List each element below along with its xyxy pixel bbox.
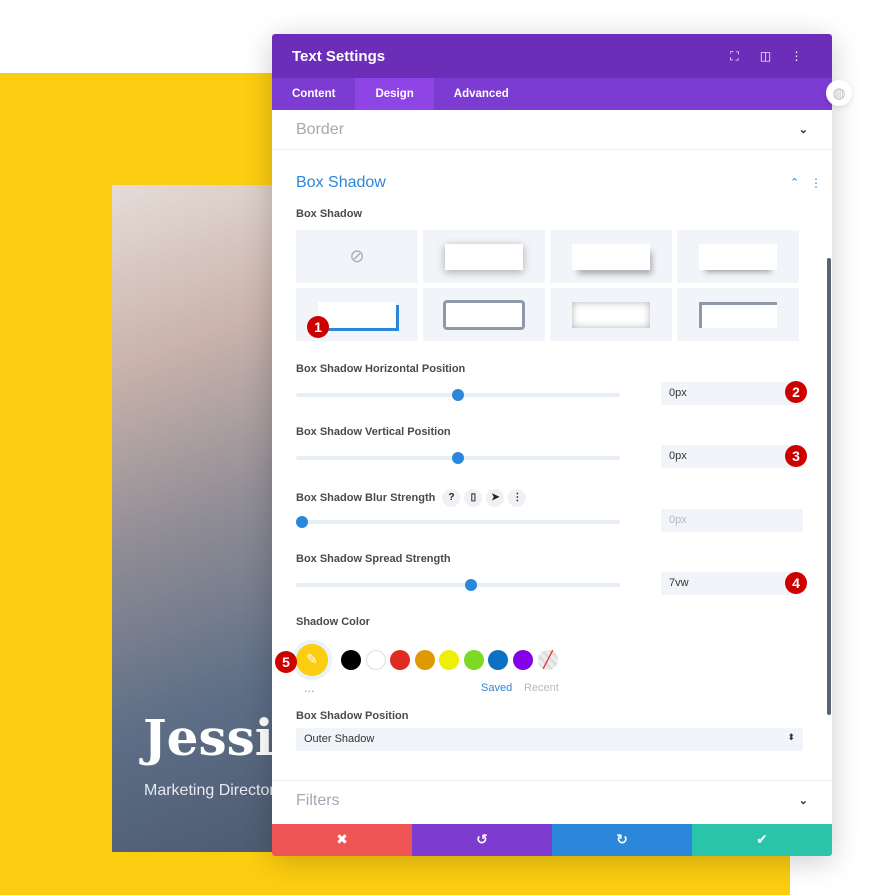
color-swatch[interactable]	[414, 650, 435, 670]
vertical-input[interactable]: 0px	[661, 445, 803, 468]
box-shadow-presets: ⊘	[296, 230, 802, 341]
horizontal-input[interactable]: 0px	[661, 382, 803, 405]
preset-4[interactable]	[677, 230, 799, 283]
mobile-icon[interactable]: ▯	[464, 489, 483, 507]
section-title: Border	[296, 120, 345, 138]
blur-label: Box Shadow Blur Strength ? ▯ ➤ ⋮	[296, 489, 527, 507]
select-arrows-icon: ⬍	[787, 732, 795, 742]
blur-slider[interactable]	[296, 516, 620, 528]
spread-slider[interactable]	[296, 579, 620, 591]
section-filters[interactable]: Filters ⌄	[272, 780, 832, 820]
preset-6[interactable]	[423, 288, 545, 341]
more-vertical-icon[interactable]: ⋮	[781, 49, 812, 63]
panel-footer: ✖ ↺ ↻ ✔	[272, 824, 832, 856]
preset-8[interactable]	[677, 288, 799, 341]
preset-7[interactable]	[550, 288, 672, 341]
cancel-button[interactable]: ✖	[272, 824, 412, 856]
color-swatch[interactable]	[341, 650, 361, 670]
blur-input[interactable]: 0px	[661, 509, 803, 532]
position-value: Outer Shadow	[304, 733, 375, 745]
chevron-down-icon: ⌄	[798, 124, 808, 136]
slider-handle[interactable]	[452, 452, 464, 464]
more-vertical-icon[interactable]: ⋮	[508, 489, 527, 507]
position-select[interactable]: Outer Shadow ⬍	[296, 728, 803, 751]
save-button[interactable]: ✔	[692, 824, 832, 856]
saved-colors-tab[interactable]: Saved	[481, 682, 512, 694]
position-label: Box Shadow Position	[296, 710, 409, 722]
step-badge-3: 3	[785, 445, 807, 467]
tab-content[interactable]: Content	[272, 78, 355, 110]
color-swatch[interactable]	[439, 650, 459, 670]
vertical-slider[interactable]	[296, 452, 620, 464]
more-colors-button[interactable]: ...	[304, 682, 315, 695]
step-badge-5: 5	[275, 651, 297, 673]
spread-input[interactable]: 7vw	[661, 572, 803, 595]
preset-none[interactable]: ⊘	[296, 230, 418, 283]
slider-handle[interactable]	[452, 389, 464, 401]
panel-title: Text Settings	[292, 47, 386, 65]
color-swatch[interactable]	[365, 650, 386, 670]
shadow-color-label: Shadow Color	[296, 616, 370, 628]
blur-label-text: Box Shadow Blur Strength	[296, 491, 436, 504]
color-swatch[interactable]	[390, 650, 410, 670]
scrollbar[interactable]	[827, 258, 831, 715]
color-swatch[interactable]	[488, 650, 508, 670]
undo-button[interactable]: ↺	[412, 824, 552, 856]
vertical-label: Box Shadow Vertical Position	[296, 426, 451, 438]
box-shadow-label: Box Shadow	[296, 208, 363, 220]
preset-2[interactable]	[423, 230, 545, 283]
chevron-up-icon[interactable]: ⌃	[790, 176, 799, 189]
panel-header: Text Settings ⛶ ◫ ⋮	[272, 34, 832, 78]
spread-label: Box Shadow Spread Strength	[296, 553, 451, 565]
color-swatch[interactable]	[512, 650, 533, 670]
text-settings-panel: Text Settings ⛶ ◫ ⋮ Content Design Advan…	[272, 34, 832, 856]
preset-3[interactable]	[550, 230, 672, 283]
color-swatch[interactable]	[463, 650, 484, 670]
sidebar-layout-icon[interactable]: ◫	[750, 49, 781, 63]
section-box-shadow-title[interactable]: Box Shadow	[296, 174, 386, 192]
slider-handle[interactable]	[296, 516, 309, 528]
tab-advanced[interactable]: Advanced	[434, 78, 529, 110]
step-badge-2: 2	[785, 381, 807, 403]
eyedropper-color-picker[interactable]: ✎	[296, 644, 328, 676]
horizontal-slider[interactable]	[296, 389, 620, 401]
tab-bar: Content Design Advanced	[272, 78, 832, 110]
clear-color-swatch[interactable]: ╱	[538, 650, 558, 670]
redo-button[interactable]: ↻	[552, 824, 692, 856]
step-badge-1: 1	[307, 316, 329, 338]
chevron-down-icon: ⌄	[798, 795, 808, 807]
help-icon[interactable]: ?	[442, 489, 461, 507]
horizontal-label: Box Shadow Horizontal Position	[296, 363, 466, 375]
globe-icon[interactable]: ◍	[826, 80, 852, 106]
no-icon: ⊘	[349, 246, 365, 267]
tab-design[interactable]: Design	[355, 78, 434, 110]
section-border[interactable]: Border ⌄	[272, 110, 832, 150]
focus-icon[interactable]: ⛶	[719, 49, 750, 64]
recent-colors-tab[interactable]: Recent	[524, 682, 559, 694]
section-title: Filters	[296, 791, 340, 809]
step-badge-4: 4	[785, 572, 807, 594]
section-more-icon[interactable]: ⋮	[810, 176, 822, 190]
slider-handle[interactable]	[464, 579, 477, 591]
profile-role: Marketing Director	[144, 782, 275, 799]
cursor-icon[interactable]: ➤	[486, 489, 505, 507]
